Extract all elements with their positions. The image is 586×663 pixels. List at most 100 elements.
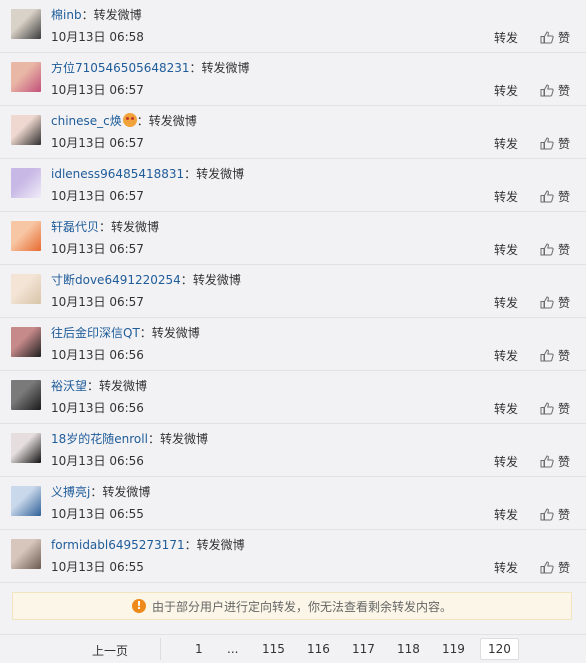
list-item: 往后金印深信QT：转发微博 10月13日 06:56 转发 赞 bbox=[0, 318, 586, 371]
colon-separator: ： bbox=[189, 61, 202, 75]
like-button[interactable]: 赞 bbox=[540, 506, 570, 523]
avatar[interactable] bbox=[11, 539, 41, 569]
like-button[interactable]: 赞 bbox=[540, 135, 570, 152]
repost-line: 18岁的花随enroll：转发微博 bbox=[51, 431, 208, 447]
username-link[interactable]: 方位710546505648231 bbox=[51, 61, 190, 75]
avatar[interactable] bbox=[11, 168, 41, 198]
colon-separator: ： bbox=[136, 114, 149, 128]
like-label: 赞 bbox=[558, 561, 571, 575]
repost-line: formidabl6495273171：转发微博 bbox=[51, 537, 245, 553]
like-button[interactable]: 赞 bbox=[540, 29, 570, 46]
list-item: formidabl6495273171：转发微博 10月13日 06:55 转发 赞 bbox=[0, 530, 586, 583]
repost-line: 裕沃望：转发微博 bbox=[51, 378, 147, 394]
repost-button[interactable]: 转发 bbox=[494, 559, 518, 576]
like-button[interactable]: 赞 bbox=[540, 294, 570, 311]
like-button[interactable]: 赞 bbox=[540, 347, 570, 364]
like-label: 赞 bbox=[558, 455, 571, 469]
repost-text: 转发微博 bbox=[151, 326, 200, 340]
restricted-notice: ! 由于部分用户进行定向转发，你无法查看剩余转发内容。 bbox=[12, 592, 572, 620]
avatar[interactable] bbox=[11, 380, 41, 410]
avatar[interactable] bbox=[11, 221, 41, 251]
repost-button[interactable]: 转发 bbox=[494, 347, 518, 364]
repost-button[interactable]: 转发 bbox=[494, 506, 518, 523]
avatar[interactable] bbox=[11, 274, 41, 304]
thumbs-up-icon bbox=[540, 561, 554, 574]
username-link[interactable]: formidabl6495273171 bbox=[51, 538, 185, 552]
repost-button[interactable]: 转发 bbox=[494, 82, 518, 99]
repost-button[interactable]: 转发 bbox=[494, 294, 518, 311]
username-link[interactable]: 义搏亮j bbox=[51, 485, 90, 499]
page-link-1[interactable]: 1 bbox=[195, 642, 203, 656]
repost-button[interactable]: 转发 bbox=[494, 453, 518, 470]
repost-text: 转发微博 bbox=[111, 220, 160, 234]
avatar[interactable] bbox=[11, 115, 41, 145]
username-link[interactable]: idleness96485418831 bbox=[51, 167, 184, 181]
like-button[interactable]: 赞 bbox=[540, 82, 570, 99]
list-item: 义搏亮j：转发微博 10月13日 06:55 转发 赞 bbox=[0, 477, 586, 530]
repost-text: 转发微博 bbox=[159, 432, 208, 446]
avatar[interactable] bbox=[11, 433, 41, 463]
page-link-116[interactable]: 116 bbox=[307, 642, 330, 656]
repost-line: 轩磊代贝：转发微博 bbox=[51, 219, 159, 235]
page-link-115[interactable]: 115 bbox=[262, 642, 285, 656]
timestamp: 10月13日 06:58 bbox=[51, 30, 144, 44]
timestamp: 10月13日 06:55 bbox=[51, 507, 144, 521]
avatar[interactable] bbox=[11, 62, 41, 92]
colon-separator: ： bbox=[139, 326, 152, 340]
username-link[interactable]: chinese_c焕 bbox=[51, 114, 122, 128]
colon-separator: ： bbox=[147, 432, 160, 446]
thumbs-up-icon bbox=[540, 190, 554, 203]
pagination: 上一页 1 ... 115 116 117 118 119 120 bbox=[0, 634, 586, 663]
colon-separator: ： bbox=[90, 485, 103, 499]
repost-button[interactable]: 转发 bbox=[494, 188, 518, 205]
colon-separator: ： bbox=[184, 538, 197, 552]
thumbs-up-icon bbox=[540, 137, 554, 150]
page-link-118[interactable]: 118 bbox=[397, 642, 420, 656]
like-button[interactable]: 赞 bbox=[540, 188, 570, 205]
repost-line: idleness96485418831：转发微博 bbox=[51, 166, 244, 182]
repost-button[interactable]: 转发 bbox=[494, 135, 518, 152]
colon-separator: ： bbox=[180, 273, 193, 287]
repost-text: 转发微博 bbox=[102, 485, 151, 499]
avatar[interactable] bbox=[11, 327, 41, 357]
timestamp: 10月13日 06:56 bbox=[51, 454, 144, 468]
list-item: 轩磊代贝：转发微博 10月13日 06:57 转发 赞 bbox=[0, 212, 586, 265]
avatar[interactable] bbox=[11, 9, 41, 39]
repost-button[interactable]: 转发 bbox=[494, 29, 518, 46]
repost-line: chinese_c焕 ：转发微博 bbox=[51, 113, 197, 129]
like-label: 赞 bbox=[558, 190, 571, 204]
repost-button[interactable]: 转发 bbox=[494, 400, 518, 417]
list-item: 裕沃望：转发微博 10月13日 06:56 转发 赞 bbox=[0, 371, 586, 424]
repost-button[interactable]: 转发 bbox=[494, 241, 518, 258]
username-link[interactable]: 往后金印深信QT bbox=[51, 326, 140, 340]
warning-icon: ! bbox=[131, 599, 146, 613]
pagination-divider bbox=[160, 638, 161, 660]
like-button[interactable]: 赞 bbox=[540, 400, 570, 417]
like-button[interactable]: 赞 bbox=[540, 241, 570, 258]
username-link[interactable]: 寸断dove6491220254 bbox=[51, 273, 181, 287]
page-link-current[interactable]: 120 bbox=[480, 638, 519, 660]
colon-separator: ： bbox=[87, 379, 100, 393]
list-item: idleness96485418831：转发微博 10月13日 06:57 转发 赞 bbox=[0, 159, 586, 212]
repost-text: 转发微博 bbox=[196, 167, 245, 181]
page-link-119[interactable]: 119 bbox=[442, 642, 465, 656]
timestamp: 10月13日 06:57 bbox=[51, 242, 144, 256]
list-item: 寸断dove6491220254：转发微博 10月13日 06:57 转发 赞 bbox=[0, 265, 586, 318]
repost-line: 寸断dove6491220254：转发微博 bbox=[51, 272, 241, 288]
username-link[interactable]: 18岁的花随enroll bbox=[51, 432, 148, 446]
like-label: 赞 bbox=[558, 84, 571, 98]
like-button[interactable]: 赞 bbox=[540, 559, 570, 576]
timestamp: 10月13日 06:57 bbox=[51, 295, 144, 309]
thumbs-up-icon bbox=[540, 84, 554, 97]
username-link[interactable]: 裕沃望 bbox=[51, 379, 87, 393]
page-link-117[interactable]: 117 bbox=[352, 642, 375, 656]
timestamp: 10月13日 06:57 bbox=[51, 189, 144, 203]
like-button[interactable]: 赞 bbox=[540, 453, 570, 470]
repost-text: 转发微博 bbox=[196, 538, 245, 552]
avatar[interactable] bbox=[11, 486, 41, 516]
page-ellipsis: ... bbox=[227, 642, 239, 656]
username-link[interactable]: 轩磊代贝 bbox=[51, 220, 99, 234]
username-link[interactable]: 棉inb bbox=[51, 8, 82, 22]
repost-line: 义搏亮j：转发微博 bbox=[51, 484, 150, 500]
prev-page-link[interactable]: 上一页 bbox=[92, 642, 128, 659]
